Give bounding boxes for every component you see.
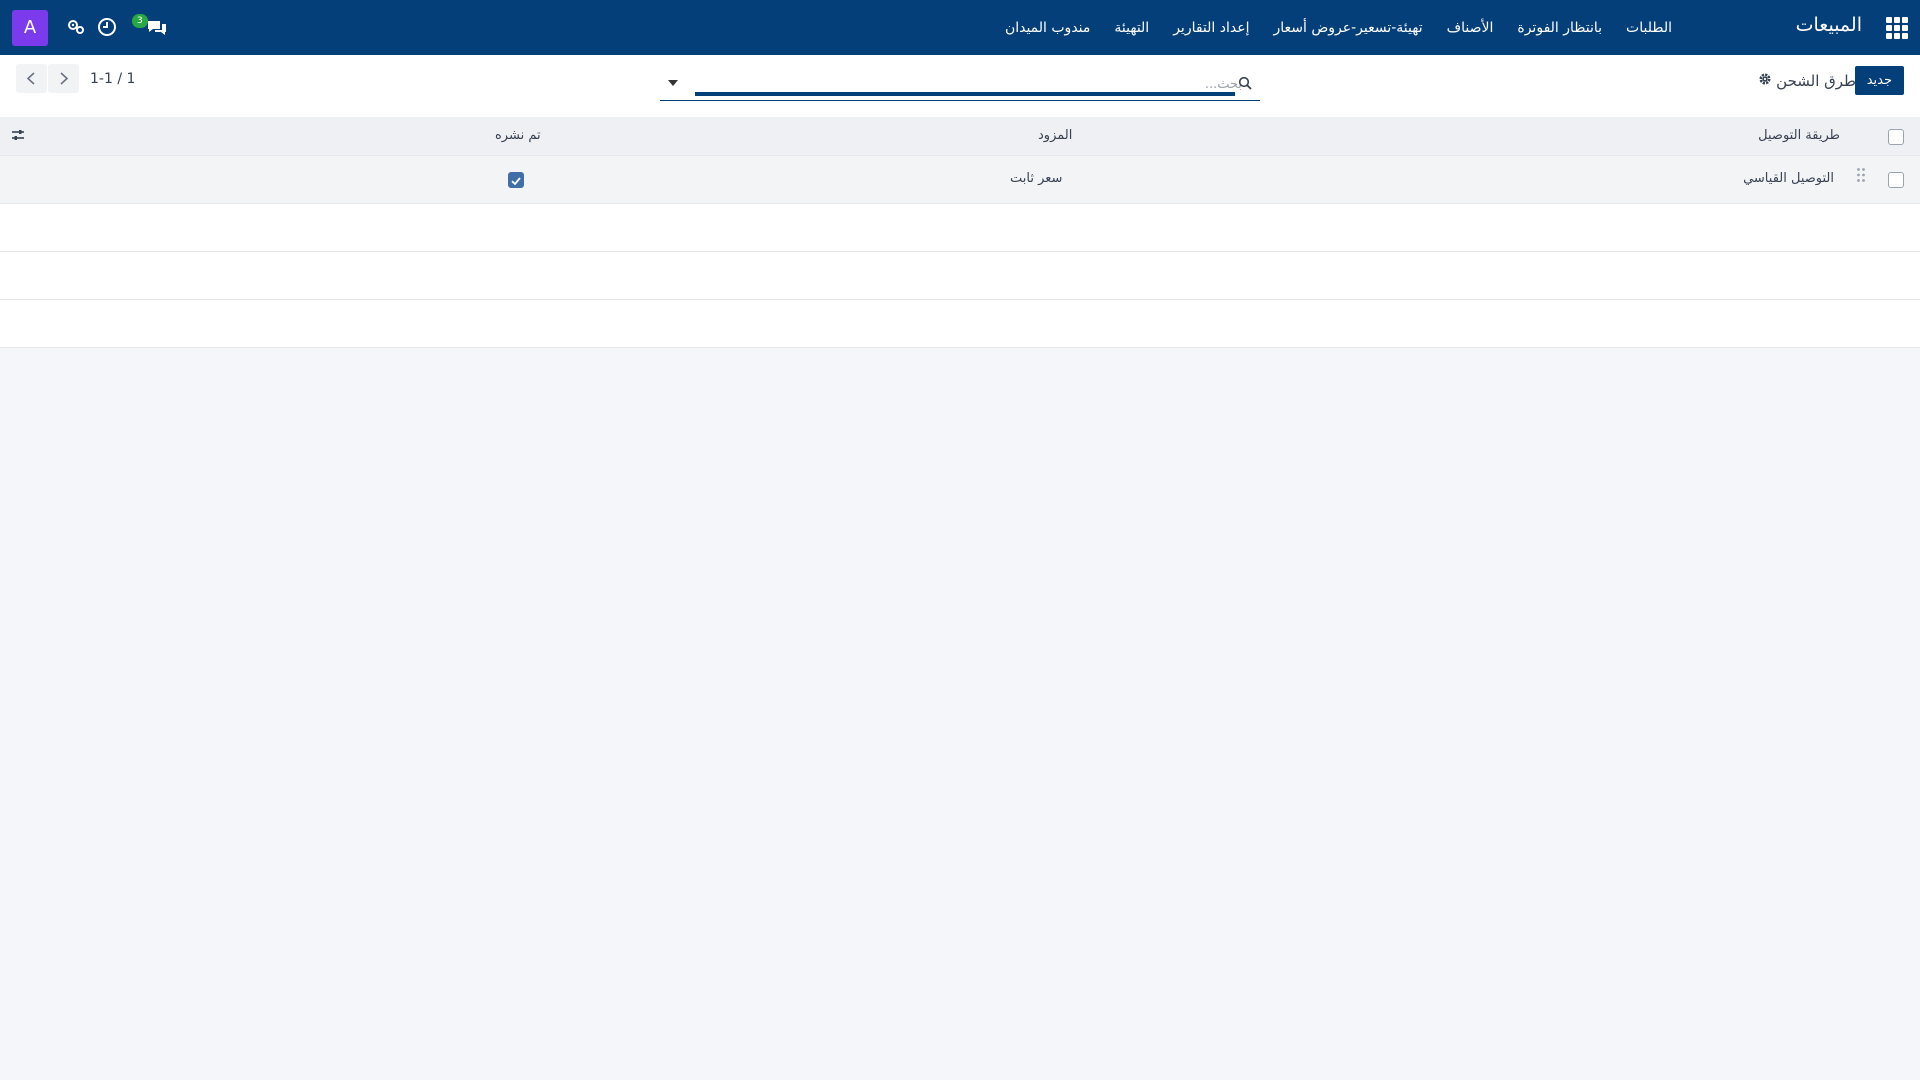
pager-value[interactable]: 1-1 / 1	[90, 71, 135, 87]
page-title: طرق الشحن	[1776, 72, 1856, 90]
search-bar	[660, 68, 1260, 101]
column-header-published[interactable]: تم نشره	[495, 128, 541, 143]
main-menu: الطلبات بانتظار الفوترة الأصناف تهيئة-تس…	[1005, 0, 1672, 55]
chevron-right-icon	[60, 72, 69, 85]
published-checkbox[interactable]	[508, 172, 524, 188]
optional-columns-icon[interactable]	[11, 128, 25, 142]
table-row[interactable]: التوصيل القياسي سعر ثابت	[0, 156, 1920, 204]
search-options-dropdown-icon[interactable]	[668, 80, 678, 86]
messages-icon[interactable]	[146, 17, 168, 37]
debug-tools-icon[interactable]	[66, 17, 86, 37]
activity-clock-icon[interactable]	[97, 17, 117, 37]
search-icon[interactable]	[1238, 76, 1252, 90]
list-header: طريقة التوصيل المزود تم نشره	[0, 117, 1920, 156]
menu-item-pricing-config[interactable]: تهيئة-تسعير-عروض أسعار	[1273, 20, 1422, 36]
app-brand[interactable]: المبيعات	[1796, 14, 1862, 36]
search-focus-underline	[695, 92, 1235, 96]
empty-row	[0, 252, 1920, 300]
empty-row	[0, 204, 1920, 252]
empty-row	[0, 300, 1920, 348]
menu-item-to-invoice[interactable]: بانتظار الفوترة	[1517, 20, 1602, 36]
column-header-provider[interactable]: المزود	[1038, 128, 1072, 143]
top-navbar: المبيعات الطلبات بانتظار الفوترة الأصناف…	[0, 0, 1920, 55]
cell-delivery-method[interactable]: التوصيل القياسي	[1743, 171, 1834, 186]
new-button[interactable]: جديد	[1854, 66, 1904, 95]
cell-provider[interactable]: سعر ثابت	[1010, 171, 1062, 186]
drag-handle-icon[interactable]	[1856, 167, 1866, 183]
row-select-checkbox[interactable]	[1888, 172, 1904, 188]
menu-item-field-rep[interactable]: مندوب الميدان	[1005, 20, 1090, 36]
pager-next-button[interactable]	[48, 64, 79, 93]
chevron-left-icon	[26, 72, 35, 85]
column-header-delivery-method[interactable]: طريقة التوصيل	[1758, 128, 1840, 143]
menu-item-products[interactable]: الأصناف	[1447, 20, 1494, 36]
messages-count-badge: 3	[132, 14, 148, 28]
menu-item-configuration[interactable]: التهيئة	[1114, 20, 1149, 36]
control-panel: جديد طرق الشحن 1-1 / 1	[0, 55, 1920, 118]
pager-previous-button[interactable]	[16, 64, 47, 93]
list-view: طريقة التوصيل المزود تم نشره التوصيل الق…	[0, 117, 1920, 348]
menu-item-reporting[interactable]: إعداد التقارير	[1173, 20, 1249, 36]
checkmark-icon	[511, 177, 521, 186]
select-all-checkbox[interactable]	[1888, 129, 1904, 145]
apps-menu-icon[interactable]	[1886, 17, 1908, 39]
gear-icon[interactable]	[1758, 72, 1772, 86]
user-avatar[interactable]: A	[12, 10, 48, 46]
menu-item-orders[interactable]: الطلبات	[1626, 20, 1672, 36]
